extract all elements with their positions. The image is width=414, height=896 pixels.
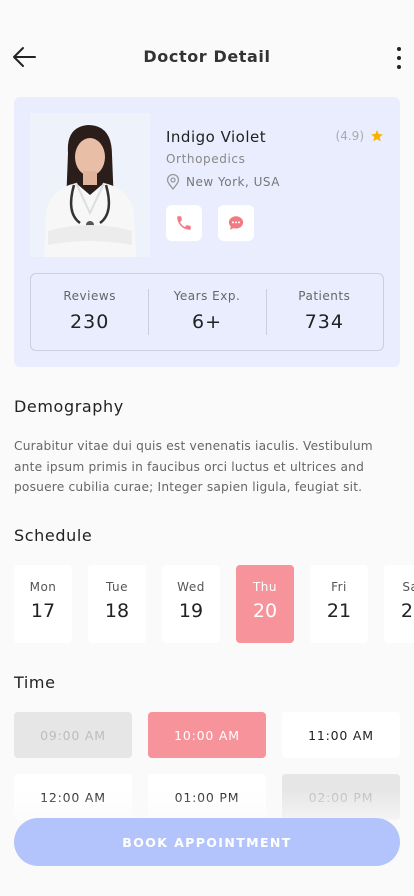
day-name: Mon: [29, 580, 57, 594]
doctor-rating: (4.9): [336, 129, 384, 143]
day-name: Wed: [177, 580, 205, 594]
day-date: 21: [326, 600, 352, 622]
more-vertical-icon: [392, 47, 406, 69]
book-appointment-button[interactable]: BOOK APPOINTMENT: [14, 818, 400, 866]
phone-icon: [177, 216, 191, 230]
day-date: 19: [178, 600, 204, 622]
doctor-specialty: Orthopedics: [166, 152, 246, 166]
stat-value: 230: [70, 311, 110, 333]
doctor-name: Indigo Violet: [166, 128, 267, 146]
stat-years-experience: Years Exp. 6+: [148, 274, 265, 350]
day-name: Sat: [402, 580, 414, 594]
schedule-heading: Schedule: [14, 526, 93, 545]
day-card[interactable]: Fri 21: [310, 565, 368, 643]
stat-value: 734: [304, 311, 344, 333]
time-slot[interactable]: 11:00 AM: [282, 712, 400, 758]
time-heading: Time: [14, 673, 56, 692]
location-text: New York, USA: [186, 175, 280, 189]
day-card-selected[interactable]: Thu 20: [236, 565, 294, 643]
more-options-button[interactable]: [392, 45, 406, 69]
schedule-day-list: Mon 17 Tue 18 Wed 19 Thu 20 Fri 21 Sat 2…: [14, 565, 414, 643]
chat-bubble-icon: [228, 216, 244, 230]
page-title: Doctor Detail: [143, 47, 271, 66]
day-card[interactable]: Tue 18: [88, 565, 146, 643]
demography-heading: Demography: [14, 397, 124, 416]
star-icon: [371, 130, 383, 142]
stat-patients: Patients 734: [265, 274, 383, 350]
day-name: Thu: [252, 580, 278, 594]
rating-value: (4.9): [335, 129, 364, 143]
day-date: 20: [252, 600, 278, 622]
day-name: Tue: [106, 580, 128, 594]
call-button[interactable]: [166, 205, 202, 241]
day-card[interactable]: Mon 17: [14, 565, 72, 643]
stat-label: Patients: [298, 289, 351, 303]
stat-reviews: Reviews 230: [31, 274, 148, 350]
demography-text: Curabitur vitae dui quis est venenatis i…: [14, 439, 373, 494]
doctor-photo: [30, 113, 150, 257]
day-card[interactable]: Sat 22: [384, 565, 414, 643]
day-name: Fri: [331, 580, 347, 594]
doctor-card: Indigo Violet (4.9) Orthopedics New York…: [14, 97, 400, 367]
time-slot-selected[interactable]: 10:00 AM: [148, 712, 266, 758]
doctor-stats: Reviews 230 Years Exp. 6+ Patients 734: [30, 273, 384, 351]
day-date: 17: [30, 600, 56, 622]
chat-button[interactable]: [218, 205, 254, 241]
location-pin-icon: [166, 174, 180, 190]
stat-label: Years Exp.: [173, 289, 241, 303]
day-date: 22: [400, 600, 414, 622]
day-card[interactable]: Wed 19: [162, 565, 220, 643]
day-date: 18: [104, 600, 130, 622]
time-slot-disabled: 09:00 AM: [14, 712, 132, 758]
doctor-location: New York, USA: [166, 174, 280, 190]
stat-label: Reviews: [63, 289, 116, 303]
stat-value: 6+: [191, 311, 222, 333]
